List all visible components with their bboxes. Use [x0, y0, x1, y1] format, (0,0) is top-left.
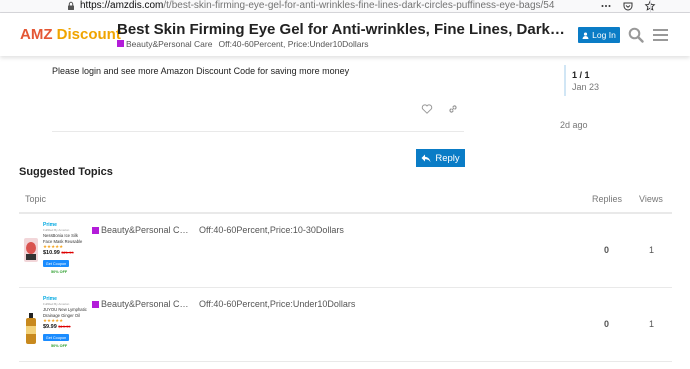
- row-category-label: Beauty&Personal C…: [101, 299, 189, 309]
- product-image-face-mask: [24, 238, 38, 262]
- lock-icon: [68, 1, 74, 10]
- suggested-topics-heading: Suggested Topics: [19, 166, 113, 178]
- price-old: $19.99: [58, 324, 71, 329]
- topic-tags[interactable]: Off:40-60Percent, Price:Under10Dollars: [218, 39, 368, 49]
- row-category-label: Beauty&Personal C…: [101, 225, 189, 235]
- topic-category: Beauty&Personal Care: [126, 39, 213, 49]
- timeline-position: 1 / 1: [572, 70, 590, 80]
- product-name: JUYOU New Lymphatic Drainage Ginger Oil: [43, 307, 87, 318]
- get-coupon-button[interactable]: Get Coupon: [43, 260, 69, 267]
- page-actions-icon[interactable]: [600, 0, 612, 12]
- table-row[interactable]: Prime Fulfilled By Amazon JUYOU New Lymp…: [19, 288, 672, 362]
- post-divider: [52, 131, 464, 132]
- row-category[interactable]: Beauty&Personal C…: [92, 299, 189, 309]
- url-host: https://amzdis.com: [80, 0, 164, 11]
- topic-title[interactable]: Best Skin Firming Eye Gel for Anti-wrink…: [117, 21, 567, 38]
- reply-label: Reply: [435, 152, 460, 164]
- row-views: 1: [649, 319, 655, 329]
- row-replies: 0: [604, 245, 610, 255]
- row-replies: 0: [604, 319, 610, 329]
- product-name: NessBonia Ice Silk Face Mask Reusable 3D: [43, 233, 83, 244]
- column-header-replies[interactable]: Replies: [592, 194, 622, 204]
- search-icon[interactable]: [628, 27, 644, 43]
- like-heart-icon[interactable]: [421, 103, 433, 115]
- site-header: AMZ Discount Best Skin Firming Eye Gel f…: [0, 13, 690, 56]
- url-bar-separator: [650, 0, 651, 12]
- product-image-oil-bottle: [26, 313, 36, 344]
- login-button[interactable]: Log In: [578, 27, 620, 43]
- column-header-views[interactable]: Views: [639, 194, 663, 204]
- timeline-scroll-bar[interactable]: [564, 65, 566, 96]
- product-thumbnail[interactable]: Prime Fulfilled By Amazon JUYOU New Lymp…: [23, 296, 87, 354]
- topic-category-link[interactable]: Beauty&Personal Care: [117, 39, 212, 49]
- browser-url-bar[interactable]: https://amzdis.com/t/best-skin-firming-e…: [0, 0, 690, 13]
- category-color-badge: [117, 40, 124, 47]
- fulfilled-label: Fulfilled By Amazon: [43, 228, 70, 232]
- topic-meta: Beauty&Personal Care Off:40-60Percent, P…: [117, 39, 369, 49]
- row-category[interactable]: Beauty&Personal C…: [92, 225, 189, 235]
- url-text[interactable]: https://amzdis.com/t/best-skin-firming-e…: [80, 0, 554, 11]
- login-label: Log In: [592, 30, 616, 40]
- price-current: $10.99: [43, 250, 60, 256]
- logo-amz: AMZ: [20, 26, 53, 43]
- price-current: $9.99: [43, 324, 57, 330]
- logo-discount: Discount: [56, 26, 121, 43]
- price-old: $21.99: [61, 250, 74, 255]
- row-tags[interactable]: Off:40-60Percent,Price:Under10Dollars: [199, 299, 355, 309]
- discount-label: 50% OFF: [51, 270, 68, 274]
- post-actions: [421, 103, 459, 115]
- share-link-icon[interactable]: [447, 103, 459, 115]
- get-coupon-button[interactable]: Get Coupon: [43, 334, 69, 341]
- row-tags[interactable]: Off:40-60Percent,Price:10-30Dollars: [199, 225, 344, 235]
- timeline-date: Jan 23: [572, 82, 600, 92]
- hamburger-menu-icon[interactable]: [653, 28, 668, 42]
- product-price: $10.99 $21.99: [43, 250, 74, 256]
- user-icon: [582, 32, 589, 39]
- table-row[interactable]: Prime Fulfilled By Amazon NessBonia Ice …: [19, 214, 672, 288]
- category-color-badge: [92, 300, 99, 308]
- reply-arrow-icon: [421, 154, 431, 162]
- product-thumbnail[interactable]: Prime Fulfilled By Amazon NessBonia Ice …: [23, 222, 83, 280]
- timeline-last-activity: 2d ago: [560, 120, 588, 130]
- post-body-text: Please login and see more Amazon Discoun…: [52, 66, 350, 76]
- discount-label: 50% OFF: [51, 344, 68, 348]
- row-views: 1: [649, 245, 655, 255]
- site-logo[interactable]: AMZ Discount: [20, 26, 121, 43]
- column-header-topic[interactable]: Topic: [25, 194, 46, 204]
- reply-button[interactable]: Reply: [416, 149, 465, 167]
- product-price: $9.99 $19.99: [43, 324, 71, 330]
- url-path: /t/best-skin-firming-eye-gel-for-anti-wr…: [163, 0, 555, 11]
- pocket-icon[interactable]: [622, 0, 634, 12]
- fulfilled-label: Fulfilled By Amazon: [43, 302, 70, 306]
- category-color-badge: [92, 226, 99, 234]
